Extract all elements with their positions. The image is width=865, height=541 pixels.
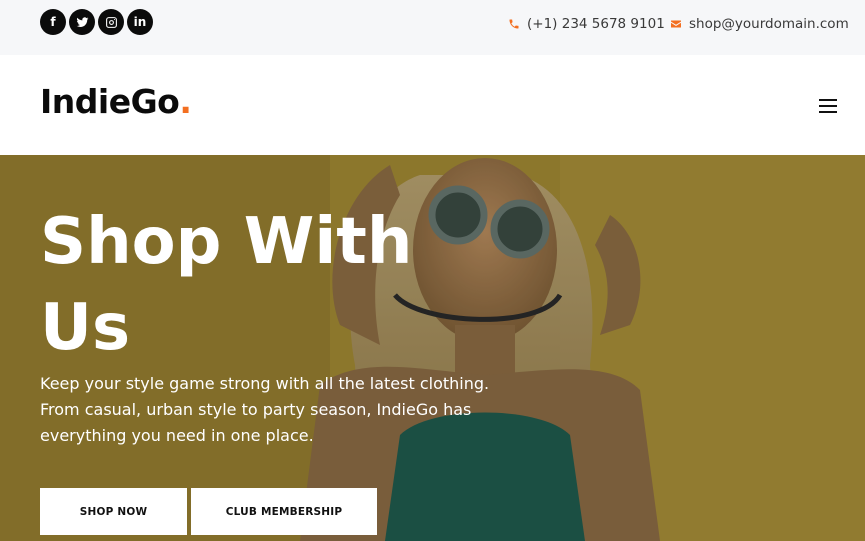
facebook-icon[interactable]: f bbox=[40, 9, 66, 35]
logo-dot: . bbox=[179, 82, 192, 121]
phone-icon bbox=[509, 19, 519, 29]
linkedin-icon[interactable]: in bbox=[127, 9, 153, 35]
main-navbar: IndieGo. bbox=[0, 55, 865, 155]
envelope-icon bbox=[671, 20, 681, 28]
hamburger-menu-icon[interactable] bbox=[819, 99, 837, 113]
hero-banner: Shop With Us Keep your style game strong… bbox=[0, 155, 865, 541]
email-contact[interactable]: shop@yourdomain.com bbox=[670, 16, 849, 32]
shop-now-button[interactable]: SHOP NOW bbox=[40, 488, 187, 535]
social-links: f in bbox=[40, 9, 153, 35]
club-membership-button[interactable]: CLUB MEMBERSHIP bbox=[191, 488, 377, 535]
email-address: shop@yourdomain.com bbox=[689, 16, 849, 32]
top-bar: f in (+1) 234 5678 9101 shop@yourdomain.… bbox=[0, 0, 865, 55]
logo-text: IndieGo bbox=[40, 82, 180, 121]
phone-number: (+1) 234 5678 9101 bbox=[527, 16, 665, 32]
hero-title: Shop With Us bbox=[40, 205, 413, 365]
hero-description: Keep your style game strong with all the… bbox=[40, 374, 490, 445]
instagram-icon[interactable] bbox=[98, 9, 124, 35]
site-logo[interactable]: IndieGo. bbox=[40, 82, 192, 121]
phone-contact[interactable]: (+1) 234 5678 9101 bbox=[508, 16, 665, 32]
twitter-icon[interactable] bbox=[69, 9, 95, 35]
